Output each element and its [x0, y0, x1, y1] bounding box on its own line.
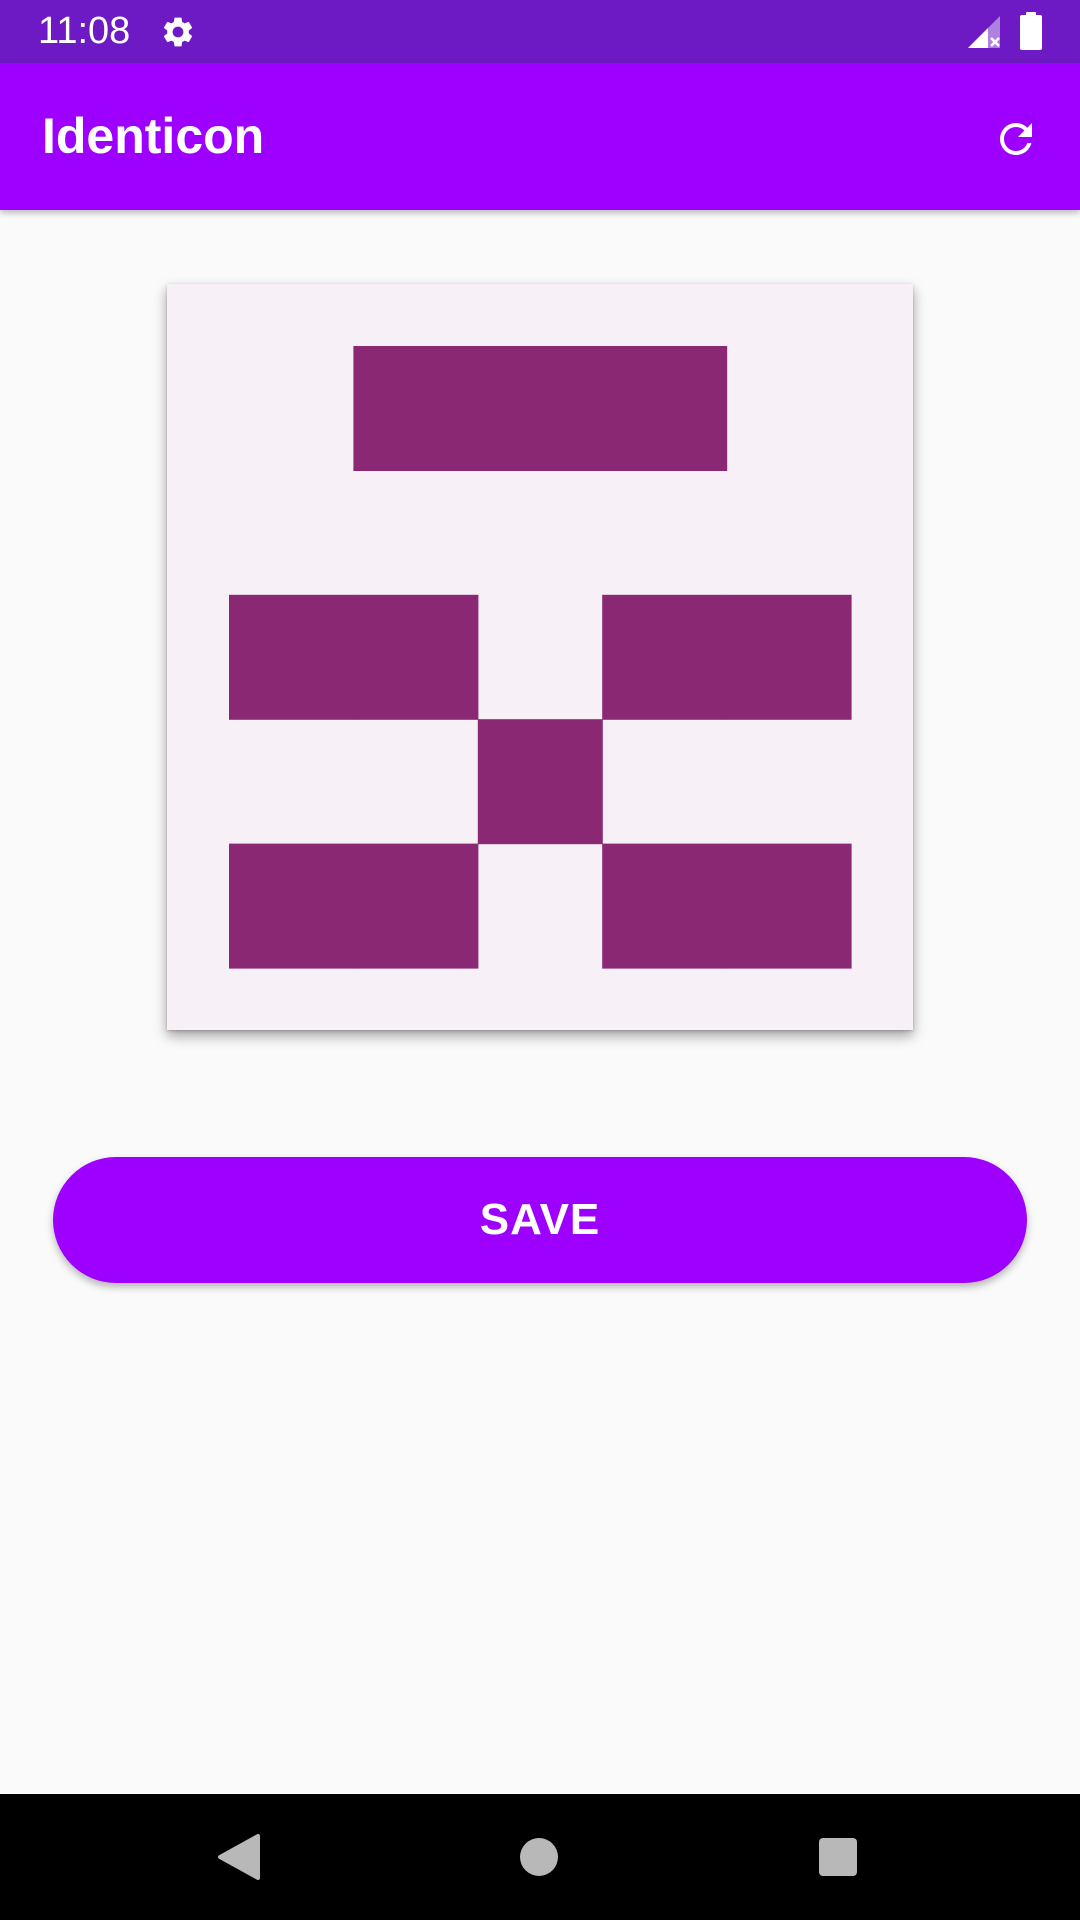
- identicon-cell: [602, 594, 728, 720]
- back-icon: [218, 1834, 260, 1880]
- home-button[interactable]: [509, 1827, 569, 1887]
- identicon-cell: [353, 594, 479, 720]
- refresh-button[interactable]: [984, 107, 1048, 171]
- identicon-cell: [602, 346, 728, 471]
- save-button[interactable]: SAVE: [53, 1157, 1027, 1283]
- status-time: 11:08: [38, 10, 131, 52]
- identicon-cell: [353, 346, 479, 471]
- back-button[interactable]: [209, 1827, 269, 1887]
- identicon-cell: [477, 346, 603, 471]
- identicon-cell: [602, 843, 728, 969]
- battery-icon: [1020, 12, 1042, 50]
- identicon-cell: [726, 843, 852, 969]
- identicon-cell: [477, 719, 603, 845]
- recents-button[interactable]: [808, 1827, 868, 1887]
- status-bar: 11:08: [0, 0, 1080, 63]
- identicon-cell: [229, 843, 354, 969]
- refresh-icon: [1000, 123, 1032, 155]
- gear-icon: [164, 17, 193, 47]
- identicon-cell: [353, 843, 479, 969]
- identicon-cell: [726, 594, 852, 720]
- identicon-image: [229, 346, 852, 969]
- identicon-card: [167, 284, 913, 1030]
- home-icon: [520, 1838, 558, 1876]
- navigation-bar: [0, 1794, 1080, 1920]
- save-button-label: SAVE: [479, 1195, 601, 1244]
- recents-icon: [819, 1838, 857, 1876]
- app-title: Identicon: [42, 108, 265, 164]
- app-bar: Identicon: [0, 63, 1080, 210]
- signal-icon: [968, 16, 1000, 48]
- identicon-cell: [229, 594, 354, 720]
